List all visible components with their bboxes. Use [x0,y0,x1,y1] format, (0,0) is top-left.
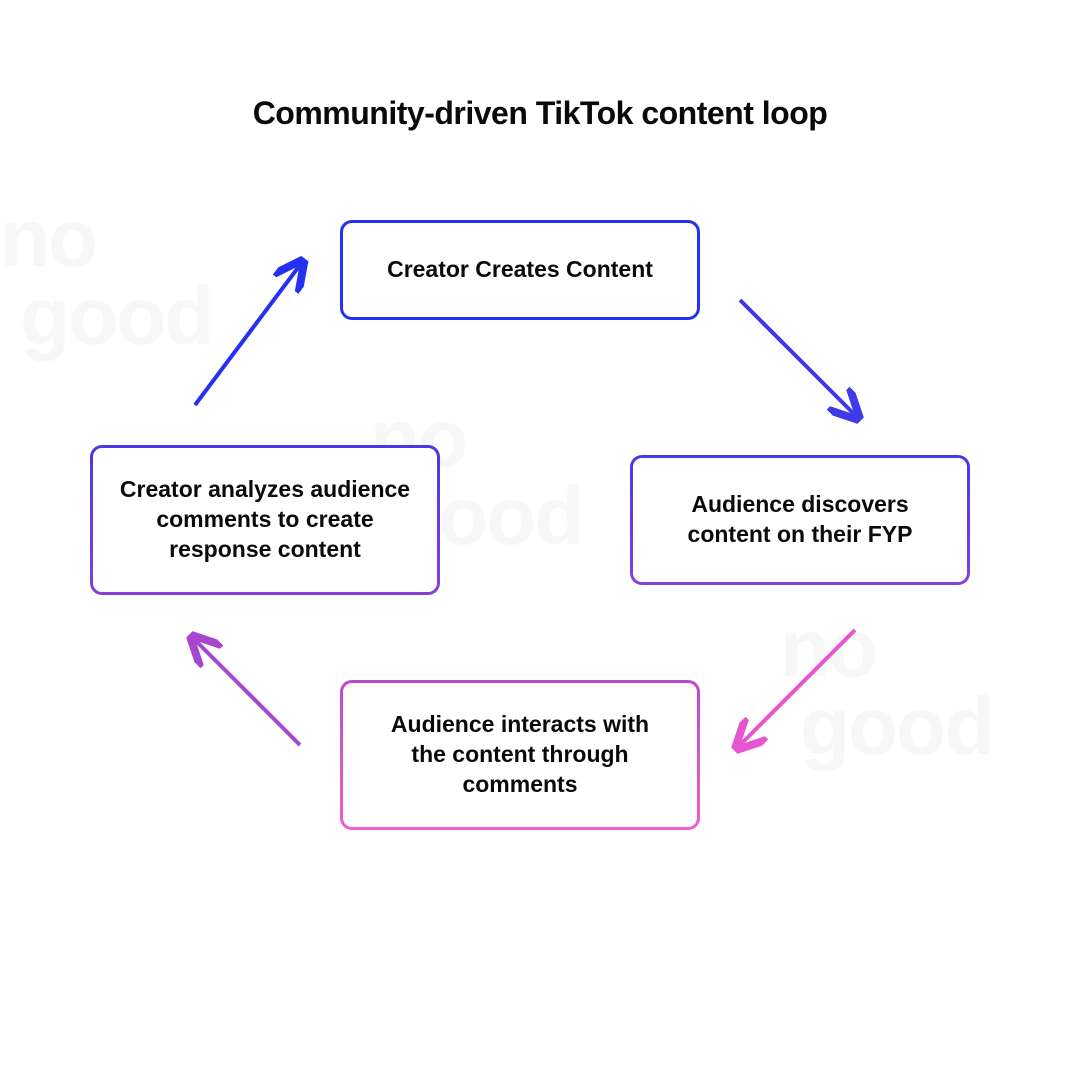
loop-box-audience-discovers: Audience discovers content on their FYP [630,455,970,585]
box-label: Creator Creates Content [387,255,653,285]
loop-box-creator-creates: Creator Creates Content [340,220,700,320]
arrow-bottom-to-left [195,640,300,745]
arrow-top-to-right [740,300,855,415]
watermark-logo: no good [0,200,212,356]
box-label: Creator analyzes audience comments to cr… [113,475,417,565]
arrow-right-to-bottom [740,630,855,745]
box-label: Audience discovers content on their FYP [657,490,943,550]
arrow-left-to-top [195,265,300,405]
loop-box-creator-analyzes: Creator analyzes audience comments to cr… [90,445,440,595]
box-label: Audience interacts with the content thro… [373,710,667,800]
watermark-logo: no good [780,610,992,766]
loop-box-audience-interacts: Audience interacts with the content thro… [340,680,700,830]
diagram-title: Community-driven TikTok content loop [0,95,1080,132]
